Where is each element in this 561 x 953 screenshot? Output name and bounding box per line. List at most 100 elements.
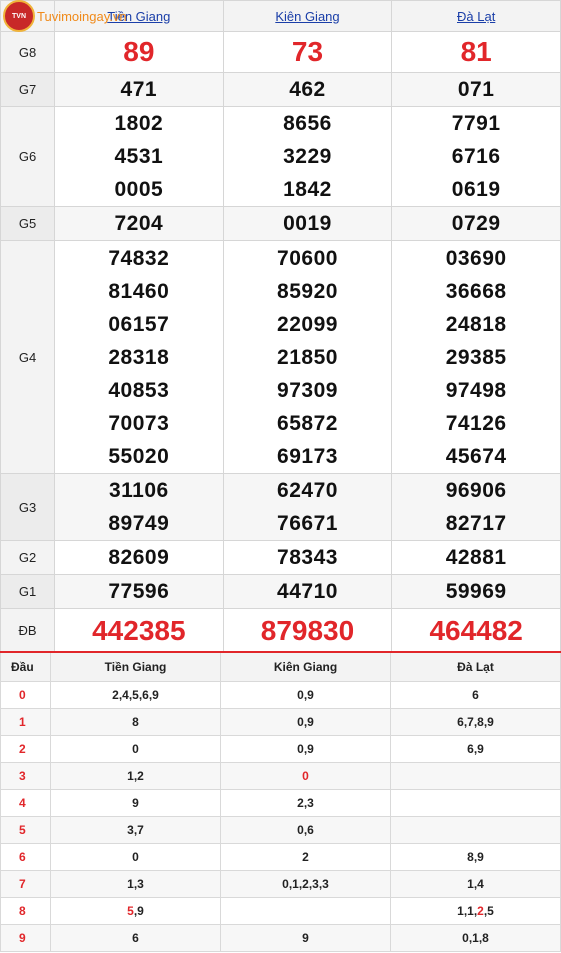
loto-tail-cell: 0,9 <box>220 681 391 709</box>
prize-cell: 89 <box>54 31 224 73</box>
results-table: Tiền Giang Kiên Giang Đà Lạt G8 89 73 81 G7 4… <box>0 0 561 653</box>
loto-tail-cell: 2,4,5,6,9 <box>50 681 221 709</box>
prize-number: 96906 <box>445 479 507 502</box>
loto-tail-text: 0,6 <box>297 823 314 837</box>
loto-header-row: Đầu Tiền Giang Kiên Giang Đà Lạt <box>0 651 561 682</box>
logo-text: Tuvimoingay.vn <box>37 8 127 24</box>
loto-tail-cell: 0 <box>220 762 391 790</box>
prize-label: G8 <box>0 31 55 73</box>
loto-row: 0 2,4,5,6,9 0,9 6 <box>0 681 561 709</box>
prize-cell: 73 <box>222 31 393 73</box>
loto-tail-text: 0,9 <box>297 742 314 756</box>
prize-cell: 31106 89749 <box>54 473 224 541</box>
prize-number: 06157 <box>108 312 170 336</box>
prize-row-g6: G6 1802 4531 0005 8656 3229 1842 7791 6716 0619 <box>0 106 561 207</box>
loto-row: 7 1,3 0,1,2,3,3 1,4 <box>0 870 561 898</box>
prize-number: 03690 <box>445 246 507 270</box>
loto-row: 1 8 0,9 6,7,8,9 <box>0 708 561 736</box>
loto-row: 4 9 2,3 <box>0 789 561 817</box>
loto-tail-cell: 6,9 <box>390 735 561 763</box>
prize-cell: 0729 <box>391 206 561 241</box>
province-link-kien-giang[interactable]: Kiên Giang <box>275 9 339 24</box>
loto-row: 2 0 0,9 6,9 <box>0 735 561 763</box>
loto-tail-text: 0 <box>132 850 139 864</box>
loto-tail-text: 6,7,8,9 <box>457 715 494 729</box>
loto-tail-cell <box>220 897 391 925</box>
loto-head-digit: 6 <box>0 843 51 871</box>
prize-cell: 42881 <box>391 540 561 575</box>
loto-tail-text: ,9 <box>133 904 144 918</box>
loto-tail-cell: 3,7 <box>50 816 221 844</box>
loto-tail-cell: 0,1,2,3,3 <box>220 870 391 898</box>
prize-cell: 77596 <box>54 574 224 609</box>
header-province-1: Kiên Giang <box>222 0 393 32</box>
site-logo[interactable]: TVN Tuvimoingay.vn <box>0 0 127 32</box>
loto-tail-text: 0 <box>132 742 139 756</box>
prize-number: 81460 <box>108 279 170 303</box>
loto-tail-cell <box>390 762 561 790</box>
loto-tail-cell <box>390 816 561 844</box>
loto-tail-text: 8 <box>132 715 139 729</box>
prize-cell: 78343 <box>222 540 393 575</box>
prize-row-đb: ĐB 442385 879830 464482 <box>0 608 561 653</box>
loto-tail-cell: 0 <box>50 843 221 871</box>
prize-number: 70600 <box>277 246 338 270</box>
loto-head-digit: 4 <box>0 789 51 817</box>
prize-number: 28318 <box>108 345 170 369</box>
prize-cell: 96906 82717 <box>391 473 561 541</box>
prize-cell: 464482 <box>391 608 561 653</box>
loto-table: Đầu Tiền Giang Kiên Giang Đà Lạt 0 2,4,5,… <box>0 651 561 952</box>
loto-tail-cell: 0,1,8 <box>390 924 561 952</box>
loto-tail-text: 3,7 <box>127 823 144 837</box>
prize-number: 22099 <box>277 312 338 336</box>
prize-number: 70073 <box>108 411 170 435</box>
prize-label: G5 <box>0 206 55 241</box>
prize-number: 76671 <box>277 512 338 535</box>
loto-tail-text: 2,4,5,6,9 <box>112 688 159 702</box>
prize-number: 7204 <box>114 212 164 235</box>
loto-tail-cell <box>390 789 561 817</box>
prize-label: G1 <box>0 574 55 609</box>
loto-tail-cell: 6 <box>50 924 221 952</box>
prize-number: 97309 <box>277 378 338 402</box>
prize-number: 36668 <box>445 279 507 303</box>
prize-cell: 62470 76671 <box>222 473 393 541</box>
prize-number: 77596 <box>108 580 170 603</box>
loto-tail-text: 1,4 <box>467 877 484 891</box>
loto-head-digit: 5 <box>0 816 51 844</box>
prize-number: 81 <box>460 36 492 67</box>
prize-number: 82609 <box>108 546 170 569</box>
loto-tail-text: 6,9 <box>467 742 484 756</box>
loto-tail-cell: 2 <box>220 843 391 871</box>
prize-number: 0729 <box>451 212 501 235</box>
loto-tail-highlight: 0 <box>302 769 309 783</box>
prize-row-g8: G8 89 73 81 <box>0 31 561 73</box>
prize-label: G6 <box>0 106 55 207</box>
prize-row-g5: G5 7204 0019 0729 <box>0 206 561 241</box>
loto-tail-cell: 1,1,2,5 <box>390 897 561 925</box>
prize-number: 6716 <box>451 145 501 168</box>
prize-cell: 071 <box>391 72 561 107</box>
loto-tail-cell: 8,9 <box>390 843 561 871</box>
prize-number: 42881 <box>445 546 507 569</box>
prize-label: G2 <box>0 540 55 575</box>
prize-cell: 1802 4531 0005 <box>54 106 224 207</box>
header-province-2: Đà Lạt <box>391 0 561 32</box>
loto-header-province-2: Đà Lạt <box>390 651 561 682</box>
loto-tail-text: 6 <box>132 931 139 945</box>
loto-tail-cell: 1,4 <box>390 870 561 898</box>
prize-number: 442385 <box>92 614 186 646</box>
loto-tail-text: 1,1, <box>457 904 478 918</box>
prize-number: 59969 <box>445 580 507 603</box>
loto-row: 6 0 2 8,9 <box>0 843 561 871</box>
province-link-da-lat[interactable]: Đà Lạt <box>457 9 495 24</box>
loto-tail-text: 9 <box>132 796 139 810</box>
loto-tail-cell: 0,9 <box>220 735 391 763</box>
prize-number: 97498 <box>445 378 507 402</box>
prize-number: 1842 <box>283 178 332 201</box>
loto-tail-cell: 6,7,8,9 <box>390 708 561 736</box>
prize-cell: 442385 <box>54 608 224 653</box>
loto-head-digit: 2 <box>0 735 51 763</box>
loto-tail-text: 1,2 <box>127 769 144 783</box>
prize-label: G7 <box>0 72 55 107</box>
